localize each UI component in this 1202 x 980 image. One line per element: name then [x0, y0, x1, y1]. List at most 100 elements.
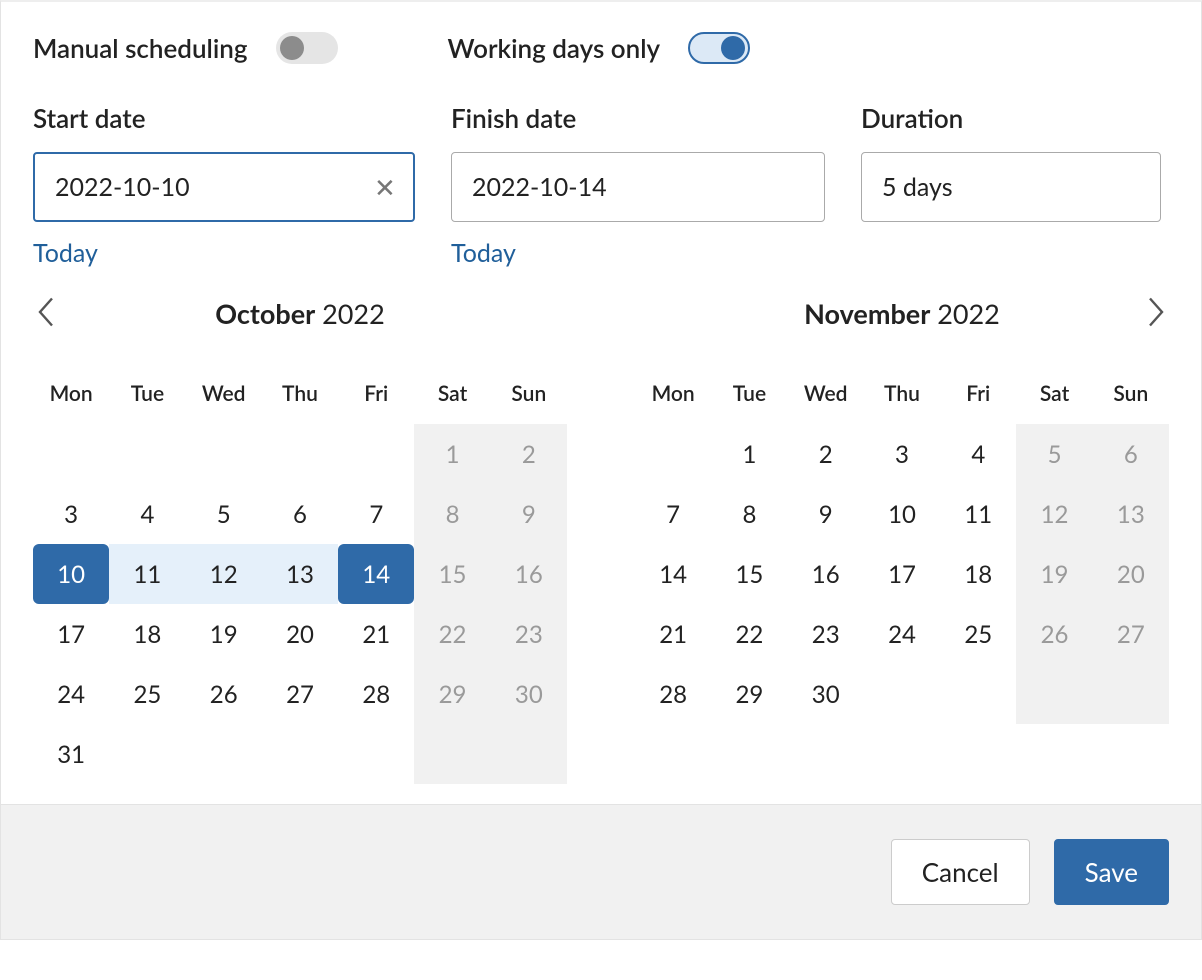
day-21[interactable]: 21 — [338, 604, 414, 664]
day-2[interactable]: 2 — [491, 424, 567, 484]
day-12[interactable]: 12 — [186, 544, 262, 604]
start-today-link[interactable]: Today — [33, 238, 415, 268]
day-1[interactable]: 1 — [414, 424, 490, 484]
day-8[interactable]: 8 — [711, 484, 787, 544]
day-3[interactable]: 3 — [33, 484, 109, 544]
day-20[interactable]: 20 — [1093, 544, 1169, 604]
dow-wed: Wed — [186, 371, 262, 424]
day-7[interactable]: 7 — [635, 484, 711, 544]
day-20[interactable]: 20 — [262, 604, 338, 664]
day-26[interactable]: 26 — [186, 664, 262, 724]
week-row: 24252627282930 — [33, 664, 567, 724]
next-month-button[interactable] — [1141, 297, 1171, 327]
duration-input[interactable] — [880, 171, 1197, 203]
week-row: 282930 — [635, 664, 1169, 724]
day-12[interactable]: 12 — [1016, 484, 1092, 544]
day-19[interactable]: 19 — [186, 604, 262, 664]
day-21[interactable]: 21 — [635, 604, 711, 664]
day-3[interactable]: 3 — [864, 424, 940, 484]
day-25[interactable]: 25 — [109, 664, 185, 724]
dow-sun: Sun — [491, 371, 567, 424]
day-27[interactable]: 27 — [1093, 604, 1169, 664]
day-11[interactable]: 11 — [940, 484, 1016, 544]
calendar-right-header: November 2022 — [635, 293, 1169, 333]
day-17[interactable]: 17 — [33, 604, 109, 664]
day-blank — [109, 724, 185, 784]
day-10[interactable]: 10 — [33, 544, 109, 604]
start-date-input-box[interactable]: ✕ — [33, 152, 415, 222]
day-1[interactable]: 1 — [711, 424, 787, 484]
day-30[interactable]: 30 — [491, 664, 567, 724]
day-14[interactable]: 14 — [635, 544, 711, 604]
duration-field: Duration — [861, 102, 1161, 268]
dow-fri: Fri — [940, 371, 1016, 424]
start-date-input[interactable] — [53, 171, 370, 203]
day-10[interactable]: 10 — [864, 484, 940, 544]
day-5[interactable]: 5 — [1016, 424, 1092, 484]
day-11[interactable]: 11 — [109, 544, 185, 604]
toggle-knob — [721, 36, 745, 60]
day-18[interactable]: 18 — [109, 604, 185, 664]
day-31[interactable]: 31 — [33, 724, 109, 784]
day-26[interactable]: 26 — [1016, 604, 1092, 664]
day-blank — [940, 664, 1016, 724]
day-4[interactable]: 4 — [940, 424, 1016, 484]
duration-input-box[interactable] — [861, 152, 1161, 222]
dow-fri: Fri — [338, 371, 414, 424]
dow-sat: Sat — [414, 371, 490, 424]
day-2[interactable]: 2 — [788, 424, 864, 484]
day-6[interactable]: 6 — [1093, 424, 1169, 484]
working-days-toggle[interactable] — [688, 32, 750, 64]
save-button[interactable]: Save — [1054, 839, 1169, 905]
cancel-button[interactable]: Cancel — [891, 839, 1030, 905]
day-15[interactable]: 15 — [711, 544, 787, 604]
day-9[interactable]: 9 — [491, 484, 567, 544]
day-14[interactable]: 14 — [338, 544, 414, 604]
calendar-left-year: 2022 — [322, 297, 385, 330]
week-row: 78910111213 — [635, 484, 1169, 544]
toggles-row: Manual scheduling Working days only — [33, 32, 1169, 64]
day-24[interactable]: 24 — [864, 604, 940, 664]
day-28[interactable]: 28 — [635, 664, 711, 724]
week-row: 123456 — [635, 424, 1169, 484]
day-9[interactable]: 9 — [788, 484, 864, 544]
day-29[interactable]: 29 — [414, 664, 490, 724]
day-17[interactable]: 17 — [864, 544, 940, 604]
prev-month-button[interactable] — [31, 297, 61, 327]
day-23[interactable]: 23 — [788, 604, 864, 664]
day-15[interactable]: 15 — [414, 544, 490, 604]
day-19[interactable]: 19 — [1016, 544, 1092, 604]
day-16[interactable]: 16 — [491, 544, 567, 604]
clear-icon[interactable]: ✕ — [370, 171, 400, 204]
day-18[interactable]: 18 — [940, 544, 1016, 604]
day-13[interactable]: 13 — [1093, 484, 1169, 544]
day-23[interactable]: 23 — [491, 604, 567, 664]
day-blank — [186, 424, 262, 484]
day-24[interactable]: 24 — [33, 664, 109, 724]
day-13[interactable]: 13 — [262, 544, 338, 604]
day-7[interactable]: 7 — [338, 484, 414, 544]
calendar-left-title: October 2022 — [215, 297, 385, 330]
dow-tue: Tue — [109, 371, 185, 424]
finish-date-input-box[interactable] — [451, 152, 825, 222]
day-blank — [338, 424, 414, 484]
finish-date-input[interactable] — [470, 171, 806, 203]
day-6[interactable]: 6 — [262, 484, 338, 544]
manual-scheduling-toggle[interactable] — [276, 32, 338, 64]
day-4[interactable]: 4 — [109, 484, 185, 544]
day-22[interactable]: 22 — [414, 604, 490, 664]
day-16[interactable]: 16 — [788, 544, 864, 604]
day-5[interactable]: 5 — [186, 484, 262, 544]
manual-scheduling-label: Manual scheduling — [33, 32, 248, 64]
day-25[interactable]: 25 — [940, 604, 1016, 664]
day-27[interactable]: 27 — [262, 664, 338, 724]
day-22[interactable]: 22 — [711, 604, 787, 664]
day-8[interactable]: 8 — [414, 484, 490, 544]
duration-label: Duration — [861, 102, 1161, 134]
day-29[interactable]: 29 — [711, 664, 787, 724]
dialog-content: Manual scheduling Working days only Star… — [1, 2, 1201, 804]
finish-today-link[interactable]: Today — [451, 238, 825, 268]
day-30[interactable]: 30 — [788, 664, 864, 724]
working-days-label: Working days only — [448, 32, 661, 64]
day-28[interactable]: 28 — [338, 664, 414, 724]
